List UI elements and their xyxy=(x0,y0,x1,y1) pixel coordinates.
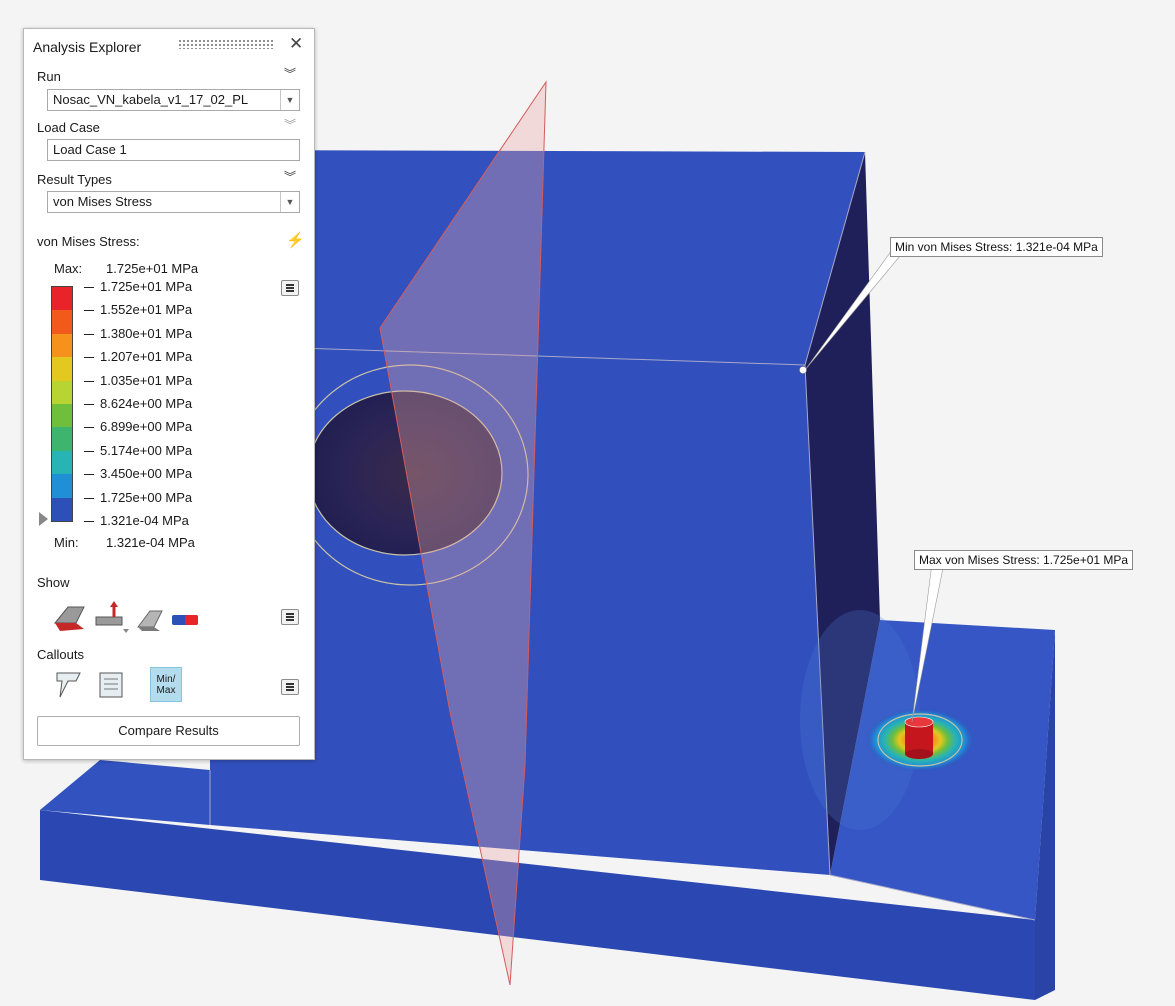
legend-min-value: 1.321e-04 MPa xyxy=(106,535,195,550)
legend-color-band xyxy=(52,497,72,521)
legend-level-value: 1.380e+01 MPa xyxy=(100,325,193,341)
contour-color-icon[interactable] xyxy=(172,615,198,625)
min-stress-callout[interactable]: Min von Mises Stress: 1.321e-04 MPa xyxy=(890,237,1103,257)
compare-results-button[interactable]: Compare Results xyxy=(37,716,300,746)
chevron-down-icon[interactable]: ▼ xyxy=(280,90,299,110)
legend-color-band xyxy=(52,427,72,451)
legend-level-row: 1.725e+00 MPa xyxy=(84,490,192,505)
legend-level-row: 1.321e-04 MPa xyxy=(84,513,189,528)
chevron-double-down-icon[interactable]: ︾ xyxy=(284,68,296,80)
legend-color-band xyxy=(52,380,72,404)
legend-level-value: 1.207e+01 MPa xyxy=(100,349,193,365)
show-icons xyxy=(53,601,198,633)
legend-color-band xyxy=(52,474,72,498)
callout-icons xyxy=(56,672,123,698)
legend-color-band xyxy=(52,404,72,428)
close-icon[interactable]: ✕ xyxy=(289,34,303,54)
min-max-callout-button[interactable]: Min/ Max xyxy=(150,667,182,702)
legend-level-row: 1.725e+01 MPa xyxy=(84,279,192,294)
table-callout-icon[interactable] xyxy=(99,672,123,698)
panel-title: Analysis Explorer xyxy=(33,39,142,55)
legend-level-value: 6.899e+00 MPa xyxy=(100,419,193,435)
callouts-menu-icon[interactable] xyxy=(281,679,299,695)
show-label: Show xyxy=(37,575,70,590)
legend-menu-icon[interactable] xyxy=(281,280,299,296)
legend-level-row: 1.035e+01 MPa xyxy=(84,373,192,388)
run-label: Run xyxy=(37,69,61,84)
chevron-double-down-icon[interactable]: ︾ xyxy=(284,171,296,183)
legend-color-band xyxy=(52,287,72,311)
result-type-select[interactable]: von Mises Stress ▼ xyxy=(47,191,300,213)
lightning-icon[interactable]: ⚡ xyxy=(286,231,305,249)
deformed-shape-icon[interactable] xyxy=(53,606,85,631)
legend-level-value: 1.725e+01 MPa xyxy=(100,279,193,294)
chevron-double-down-icon: ︾ xyxy=(284,118,297,132)
max-stress-callout[interactable]: Max von Mises Stress: 1.725e+01 MPa xyxy=(914,550,1134,570)
min-max-label-1: Min/ xyxy=(156,674,176,685)
legend-level-row: 8.624e+00 MPa xyxy=(84,396,192,411)
show-menu-icon[interactable] xyxy=(281,609,299,625)
legend-level-row: 6.899e+00 MPa xyxy=(84,419,192,434)
legend-marker-icon[interactable] xyxy=(39,512,48,526)
drag-handle[interactable] xyxy=(178,39,274,49)
load-case-field[interactable]: Load Case 1 xyxy=(47,139,300,161)
legend-level-value: 1.725e+00 MPa xyxy=(100,489,193,505)
legend-level-value: 3.450e+00 MPa xyxy=(100,466,193,482)
legend-level-value: 1.035e+01 MPa xyxy=(100,372,193,388)
legend-min-label: Min: xyxy=(54,535,79,550)
load-arrow-icon[interactable] xyxy=(95,601,129,633)
legend-title: von Mises Stress: xyxy=(37,234,140,249)
load-case-label: Load Case xyxy=(37,120,100,135)
legend-level-value: 5.174e+00 MPa xyxy=(100,442,193,458)
legend-color-band xyxy=(52,450,72,475)
probe-callout-icon[interactable] xyxy=(56,672,81,698)
run-select-value: Nosac_VN_kabela_v1_17_02_PL xyxy=(53,92,249,107)
load-case-value: Load Case 1 xyxy=(53,142,127,157)
legend-color-band xyxy=(52,357,72,381)
result-type-value: von Mises Stress xyxy=(53,194,152,209)
legend-colorbar xyxy=(51,286,73,522)
min-max-label-2: Max xyxy=(156,685,176,696)
legend-level-row: 1.207e+01 MPa xyxy=(84,349,192,364)
legend-level-value: 8.624e+00 MPa xyxy=(100,396,193,411)
legend-max-value: 1.725e+01 MPa xyxy=(106,261,199,276)
callouts-label: Callouts xyxy=(37,647,84,662)
legend-level-row: 1.552e+01 MPa xyxy=(84,302,192,317)
result-types-label: Result Types xyxy=(37,172,112,187)
legend-level-row: 1.380e+01 MPa xyxy=(84,326,192,341)
analysis-explorer-panel: Analysis Explorer ✕ Run ︾ Nosac_VN_kabel… xyxy=(23,28,315,760)
legend-max-label: Max: xyxy=(54,261,83,276)
legend-level-row: 3.450e+00 MPa xyxy=(84,466,192,481)
legend-color-band xyxy=(52,333,72,358)
legend-level-row: 5.174e+00 MPa xyxy=(84,443,192,458)
legend-level-value: 1.552e+01 MPa xyxy=(100,302,193,318)
chevron-down-icon[interactable]: ▼ xyxy=(280,192,299,212)
run-select[interactable]: Nosac_VN_kabela_v1_17_02_PL ▼ xyxy=(47,89,300,111)
legend-level-value: 1.321e-04 MPa xyxy=(100,513,189,528)
original-shape-icon[interactable] xyxy=(137,610,163,631)
legend-color-band xyxy=(52,310,72,334)
